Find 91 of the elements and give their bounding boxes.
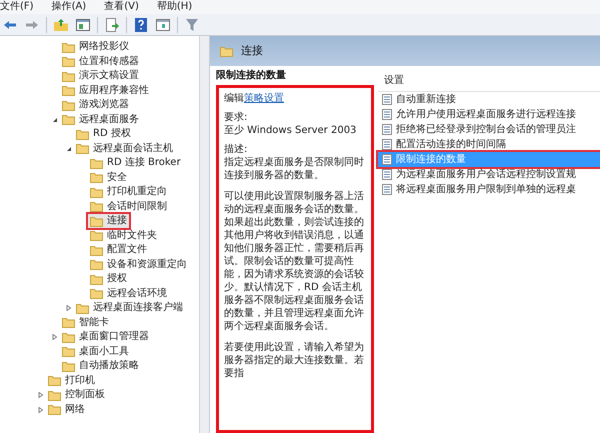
- tree-item[interactable]: 远程桌面服务: [60, 112, 141, 127]
- folder-icon: [62, 332, 75, 343]
- requirements-text: 至少 Windows Server 2003: [224, 124, 358, 137]
- folder-icon: [48, 390, 61, 401]
- tree-item[interactable]: 临时文件夹: [88, 228, 159, 243]
- tree-item[interactable]: 授权: [88, 272, 129, 286]
- folder-icon: [62, 56, 75, 68]
- collapsed-arrow-icon[interactable]: [66, 305, 72, 312]
- tree-item[interactable]: 打印机重定向: [88, 185, 169, 200]
- export-list-icon[interactable]: [104, 16, 120, 32]
- policy-icon: [382, 154, 392, 165]
- folder-icon: [220, 46, 233, 56]
- folder-icon: [90, 274, 103, 285]
- folder-icon: [62, 114, 75, 126]
- setting-row[interactable]: 自动重新连接: [378, 92, 600, 107]
- tree-item[interactable]: 连接: [88, 214, 129, 228]
- menu-item[interactable]: 文件(F): [0, 2, 34, 12]
- tree-item[interactable]: 远程桌面连接客户端: [74, 301, 185, 316]
- folder-icon: [62, 100, 75, 111]
- requirements-label: 要求:: [224, 111, 248, 124]
- folder-icon: [62, 360, 75, 372]
- folder-icon: [62, 85, 75, 96]
- tree-item[interactable]: 智能卡: [60, 316, 111, 330]
- folder-icon: [90, 172, 103, 184]
- tree-item[interactable]: RD 连接 Broker: [88, 156, 183, 170]
- panel-toggle-icon[interactable]: [75, 16, 91, 32]
- expanded-arrow-icon[interactable]: [66, 146, 72, 152]
- policy-icon: [382, 169, 392, 180]
- folder-icon: [48, 404, 61, 416]
- folder-icon: [76, 302, 89, 314]
- description-paragraph: 若要使用此设置，请输入希望为服务器指定的最大连接数量。若要指: [224, 341, 365, 380]
- window-view-icon[interactable]: [155, 16, 171, 32]
- collapsed-arrow-icon[interactable]: [38, 392, 44, 398]
- collapsed-arrow-icon[interactable]: [38, 406, 44, 413]
- edit-label: 编辑: [224, 92, 244, 105]
- collapsed-arrow-icon[interactable]: [52, 334, 58, 340]
- tree-item[interactable]: 游戏浏览器: [60, 98, 131, 112]
- tree-item[interactable]: 设备和资源重定向: [88, 258, 189, 272]
- tree-item[interactable]: 网络: [46, 402, 87, 417]
- tree-item[interactable]: 桌面小工具: [60, 344, 131, 359]
- menu-item[interactable]: 查看(V): [104, 2, 139, 12]
- folder-icon: [62, 42, 75, 53]
- expanded-arrow-icon[interactable]: [52, 116, 58, 123]
- tree-item[interactable]: 演示文稿设置: [60, 69, 141, 84]
- policy-icon: [382, 109, 392, 120]
- policy-icon: [382, 94, 392, 105]
- folder-icon: [90, 186, 103, 198]
- setting-row[interactable]: 将远程桌面服务用户限制到单独的远程桌: [378, 182, 600, 197]
- tree-item[interactable]: 配置文件: [88, 243, 149, 258]
- menu-item[interactable]: 操作(A): [52, 2, 86, 12]
- folder-icon: [90, 288, 103, 300]
- folder-icon: [76, 143, 89, 154]
- help-icon[interactable]: [133, 16, 149, 32]
- policy-icon: [382, 139, 392, 150]
- folder-up-icon[interactable]: [53, 16, 69, 32]
- description-paragraph: 指定远程桌面服务是否限制同时连接到服务器的数量。: [224, 156, 365, 182]
- folder-icon: [62, 317, 75, 328]
- policy-icon: [382, 124, 392, 135]
- description-paragraph: 可以使用此设置限制服务器上活动的远程桌面服务会话的数量。如果超出此数量，则尝试连接的其他用户将收到错误消息，以通知他们服务器正忙，需要稍后再试。限制会话的数量可提高性能，因为请求系统资源的会话较少。默认情况下，RD 会话主机服务器不限制远程桌面服务会话的数量，并且管理远程桌面允许两个远程桌面服务会话。: [224, 190, 365, 333]
- setting-row[interactable]: 为远程桌面服务用户会话远程控制设置规: [378, 167, 600, 182]
- folder-icon: [90, 244, 103, 256]
- folder-icon: [90, 259, 103, 270]
- tree-item[interactable]: 会话时间限制: [88, 200, 169, 214]
- menu-item[interactable]: 帮助(H): [156, 2, 192, 12]
- tree-item[interactable]: 安全: [88, 170, 129, 185]
- settings-column-header: 设置: [378, 70, 600, 92]
- setting-row[interactable]: 配置活动连接的时间间隔: [378, 137, 600, 152]
- tree-item[interactable]: 控制面板: [46, 388, 107, 402]
- tree-item[interactable]: 网络投影仪: [60, 40, 131, 54]
- policy-title: 限制连接的数量: [216, 68, 287, 83]
- policy-settings-link[interactable]: 策略设置: [244, 92, 284, 105]
- tree-item[interactable]: 打印机: [46, 374, 97, 388]
- folder-icon: [62, 70, 75, 82]
- tree-item[interactable]: RD 授权: [74, 127, 133, 142]
- folder-icon: [76, 128, 89, 140]
- description-label: 描述:: [224, 143, 248, 156]
- filter-icon[interactable]: [184, 16, 200, 32]
- folder-icon: [90, 158, 103, 169]
- tree-item[interactable]: 位置和传感器: [60, 54, 141, 69]
- header-title: 连接: [241, 42, 263, 59]
- tree-item[interactable]: 应用程序兼容性: [60, 84, 151, 98]
- tree-item[interactable]: 远程桌面会话主机: [74, 142, 175, 156]
- tree-item[interactable]: 桌面窗口管理器: [60, 330, 151, 344]
- folder-icon: [90, 216, 103, 227]
- tree-item[interactable]: 远程会话环境: [88, 286, 169, 301]
- folder-icon: [48, 375, 61, 386]
- setting-row[interactable]: 允许用户使用远程桌面服务进行远程连接: [378, 107, 600, 122]
- policy-icon: [382, 184, 392, 195]
- setting-row[interactable]: 拒绝将已经登录到控制台会话的管理员注: [378, 122, 600, 137]
- tree-item[interactable]: 自动播放策略: [60, 359, 141, 374]
- folder-icon: [62, 346, 75, 358]
